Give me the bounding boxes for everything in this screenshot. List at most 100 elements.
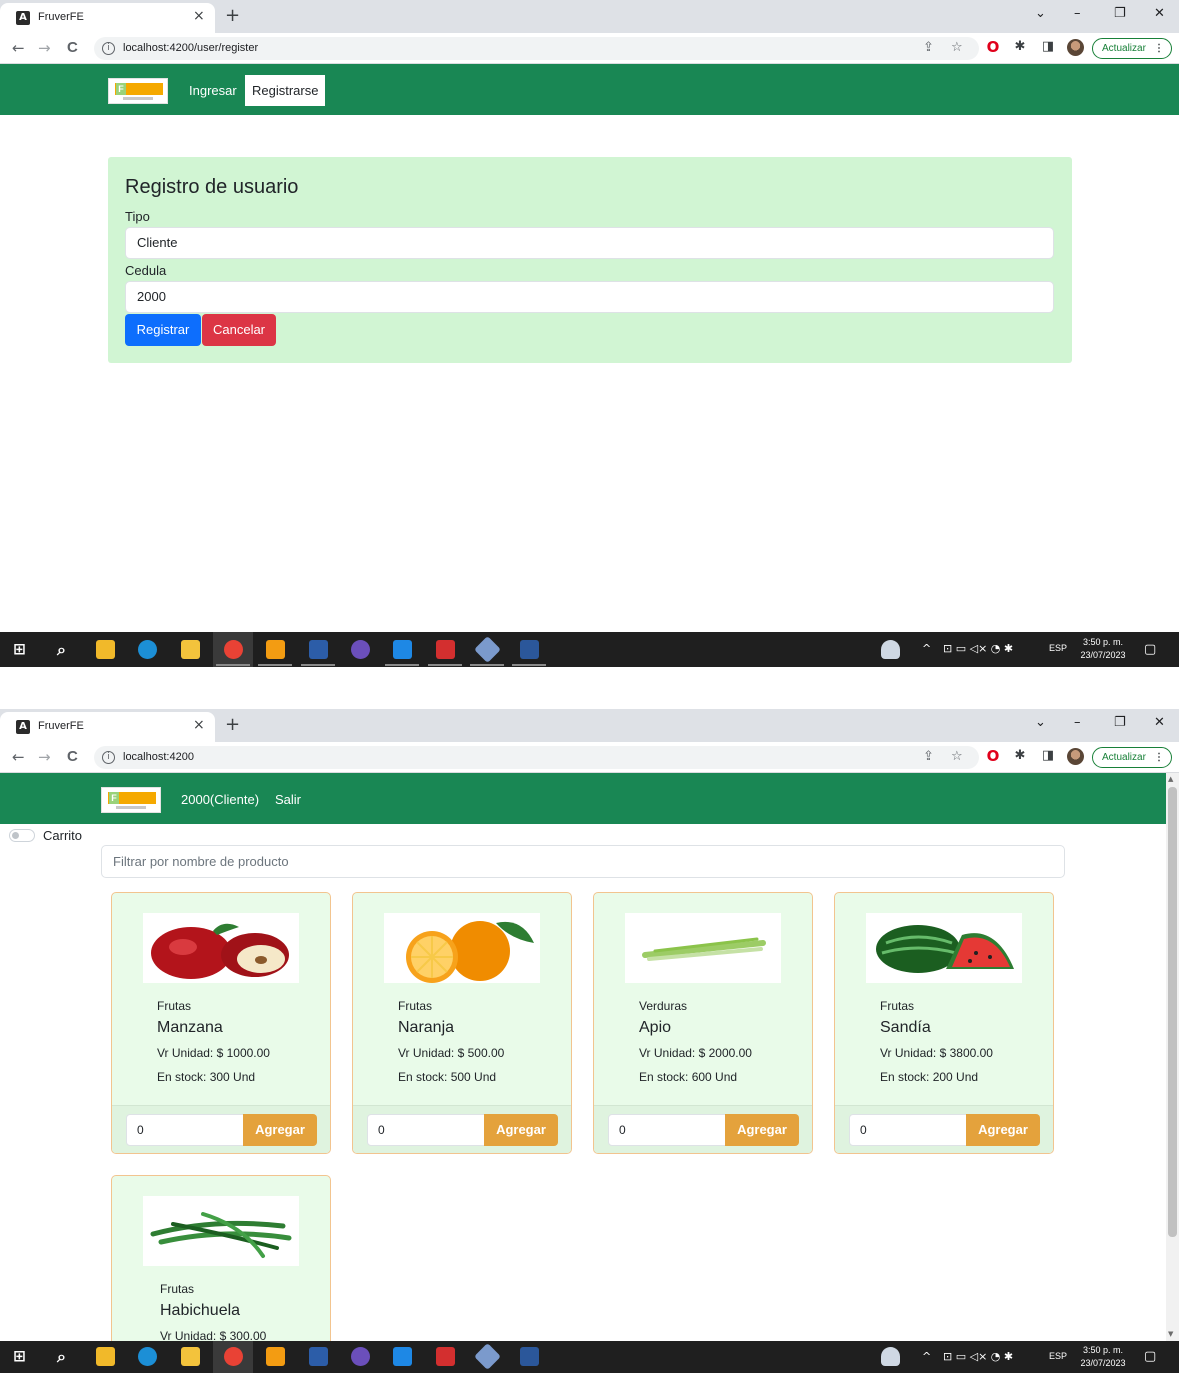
close-window-icon[interactable]: ✕ <box>1154 715 1165 730</box>
quantity-input[interactable]: 0 <box>849 1114 967 1146</box>
address-bar[interactable]: i localhost:4200/user/register ⇪ ☆ <box>94 37 979 60</box>
bookmark-star-icon[interactable]: ☆ <box>951 40 963 55</box>
file-explorer-icon[interactable] <box>181 1347 200 1366</box>
git-icon[interactable] <box>474 636 501 663</box>
tray-icons[interactable]: ⊡ ▭ ◁× ◔ ✱ <box>943 642 1013 655</box>
vscode-icon[interactable] <box>393 1347 412 1366</box>
add-to-cart-button[interactable]: Agregar <box>243 1114 317 1146</box>
info-icon[interactable]: i <box>102 42 115 55</box>
update-button[interactable]: Actualizar ⋮ <box>1092 747 1172 768</box>
side-panel-icon[interactable]: ◨ <box>1040 748 1056 764</box>
clock[interactable]: 3:50 p. m. 23/07/2023 <box>1074 1344 1132 1370</box>
reload-icon[interactable]: C <box>67 748 78 765</box>
windows-start-icon[interactable]: ⊞ <box>10 640 29 659</box>
profile-avatar[interactable] <box>1067 748 1084 765</box>
word-icon[interactable] <box>520 1347 539 1366</box>
word-icon[interactable] <box>520 640 539 659</box>
acrobat-icon[interactable] <box>436 1347 455 1366</box>
scroll-up-icon[interactable]: ▲ <box>1168 775 1173 783</box>
vscode-icon[interactable] <box>393 640 412 659</box>
store-icon[interactable] <box>96 1347 115 1366</box>
restore-icon[interactable]: ❐ <box>1114 715 1126 730</box>
update-button[interactable]: Actualizar ⋮ <box>1092 38 1172 59</box>
scroll-thumb[interactable] <box>1168 787 1177 1237</box>
extensions-icon[interactable]: ✱ <box>1012 39 1028 55</box>
address-bar[interactable]: i localhost:4200 ⇪ ☆ <box>94 746 979 769</box>
opera-icon[interactable]: O <box>985 39 1001 55</box>
browser-tab[interactable]: A FruverFE × <box>0 712 215 742</box>
clock[interactable]: 3:50 p. m. 23/07/2023 <box>1074 636 1132 662</box>
reload-icon[interactable]: C <box>67 39 78 56</box>
quantity-input[interactable]: 0 <box>126 1114 244 1146</box>
tab-close-icon[interactable]: × <box>193 8 205 24</box>
fruver-logo[interactable]: F <box>108 78 168 104</box>
weather-icon[interactable] <box>881 640 900 659</box>
nav-user-link[interactable]: 2000(Cliente) <box>181 792 259 807</box>
bookmark-star-icon[interactable]: ☆ <box>951 749 963 764</box>
restore-icon[interactable]: ❐ <box>1114 6 1126 21</box>
add-to-cart-button[interactable]: Agregar <box>725 1114 799 1146</box>
back-icon[interactable]: ← <box>12 748 25 766</box>
opera-icon[interactable]: O <box>985 748 1001 764</box>
forward-icon[interactable]: → <box>38 39 51 57</box>
share-icon[interactable]: ⇪ <box>923 749 934 764</box>
sublime-icon[interactable] <box>266 1347 285 1366</box>
new-tab-icon[interactable]: + <box>225 714 240 735</box>
store-icon[interactable] <box>96 640 115 659</box>
language-indicator[interactable]: ESP <box>1049 1351 1067 1361</box>
chrome-icon[interactable] <box>224 640 243 659</box>
menu-dots-icon[interactable]: ⋮ <box>1154 39 1164 58</box>
quantity-input[interactable]: 0 <box>608 1114 726 1146</box>
id-input[interactable]: 2000 <box>125 281 1054 313</box>
file-explorer-icon[interactable] <box>181 640 200 659</box>
nav-login-link[interactable]: Ingresar <box>189 83 237 98</box>
postgres-icon[interactable] <box>309 640 328 659</box>
add-to-cart-button[interactable]: Agregar <box>966 1114 1040 1146</box>
windows-start-icon[interactable]: ⊞ <box>10 1347 29 1366</box>
menu-dots-icon[interactable]: ⋮ <box>1154 748 1164 767</box>
eclipse-icon[interactable] <box>351 640 370 659</box>
profile-avatar[interactable] <box>1067 39 1084 56</box>
postgres-icon[interactable] <box>309 1347 328 1366</box>
notification-icon[interactable]: ▢ <box>1144 642 1156 657</box>
product-filter-input[interactable]: Filtrar por nombre de producto <box>101 845 1065 878</box>
scroll-down-icon[interactable]: ▼ <box>1168 1330 1173 1338</box>
nav-register-link[interactable]: Registrarse <box>245 75 326 106</box>
browser-tab[interactable]: A FruverFE × <box>0 3 215 33</box>
cancel-button[interactable]: Cancelar <box>202 314 276 346</box>
cart-toggle[interactable] <box>9 829 35 842</box>
tray-chevron-icon[interactable]: ^ <box>922 1350 931 1363</box>
register-button[interactable]: Registrar <box>125 314 201 346</box>
tab-search-chevron-icon[interactable]: ⌄ <box>1035 6 1046 21</box>
type-select[interactable]: Cliente <box>125 227 1054 259</box>
minimize-icon[interactable]: – <box>1074 715 1081 730</box>
nav-logout-link[interactable]: Salir <box>275 792 301 807</box>
quantity-input[interactable]: 0 <box>367 1114 485 1146</box>
back-icon[interactable]: ← <box>12 39 25 57</box>
close-window-icon[interactable]: ✕ <box>1154 6 1165 21</box>
forward-icon[interactable]: → <box>38 748 51 766</box>
edge-icon[interactable] <box>138 1347 157 1366</box>
chrome-icon[interactable] <box>224 1347 243 1366</box>
git-icon[interactable] <box>474 1343 501 1370</box>
search-icon[interactable]: ⌕ <box>52 640 71 659</box>
eclipse-icon[interactable] <box>351 1347 370 1366</box>
notification-icon[interactable]: ▢ <box>1144 1349 1156 1364</box>
acrobat-icon[interactable] <box>436 640 455 659</box>
fruver-logo[interactable]: F <box>101 787 161 813</box>
tab-search-chevron-icon[interactable]: ⌄ <box>1035 715 1046 730</box>
language-indicator[interactable]: ESP <box>1049 643 1067 653</box>
page-scrollbar[interactable]: ▲ ▼ <box>1166 773 1179 1341</box>
tray-icons[interactable]: ⊡ ▭ ◁× ◔ ✱ <box>943 1350 1013 1363</box>
share-icon[interactable]: ⇪ <box>923 40 934 55</box>
new-tab-icon[interactable]: + <box>225 5 240 26</box>
info-icon[interactable]: i <box>102 751 115 764</box>
add-to-cart-button[interactable]: Agregar <box>484 1114 558 1146</box>
side-panel-icon[interactable]: ◨ <box>1040 39 1056 55</box>
minimize-icon[interactable]: – <box>1074 6 1081 21</box>
search-icon[interactable]: ⌕ <box>52 1347 71 1366</box>
sublime-icon[interactable] <box>266 640 285 659</box>
tray-chevron-icon[interactable]: ^ <box>922 642 931 655</box>
weather-icon[interactable] <box>881 1347 900 1366</box>
tab-close-icon[interactable]: × <box>193 717 205 733</box>
